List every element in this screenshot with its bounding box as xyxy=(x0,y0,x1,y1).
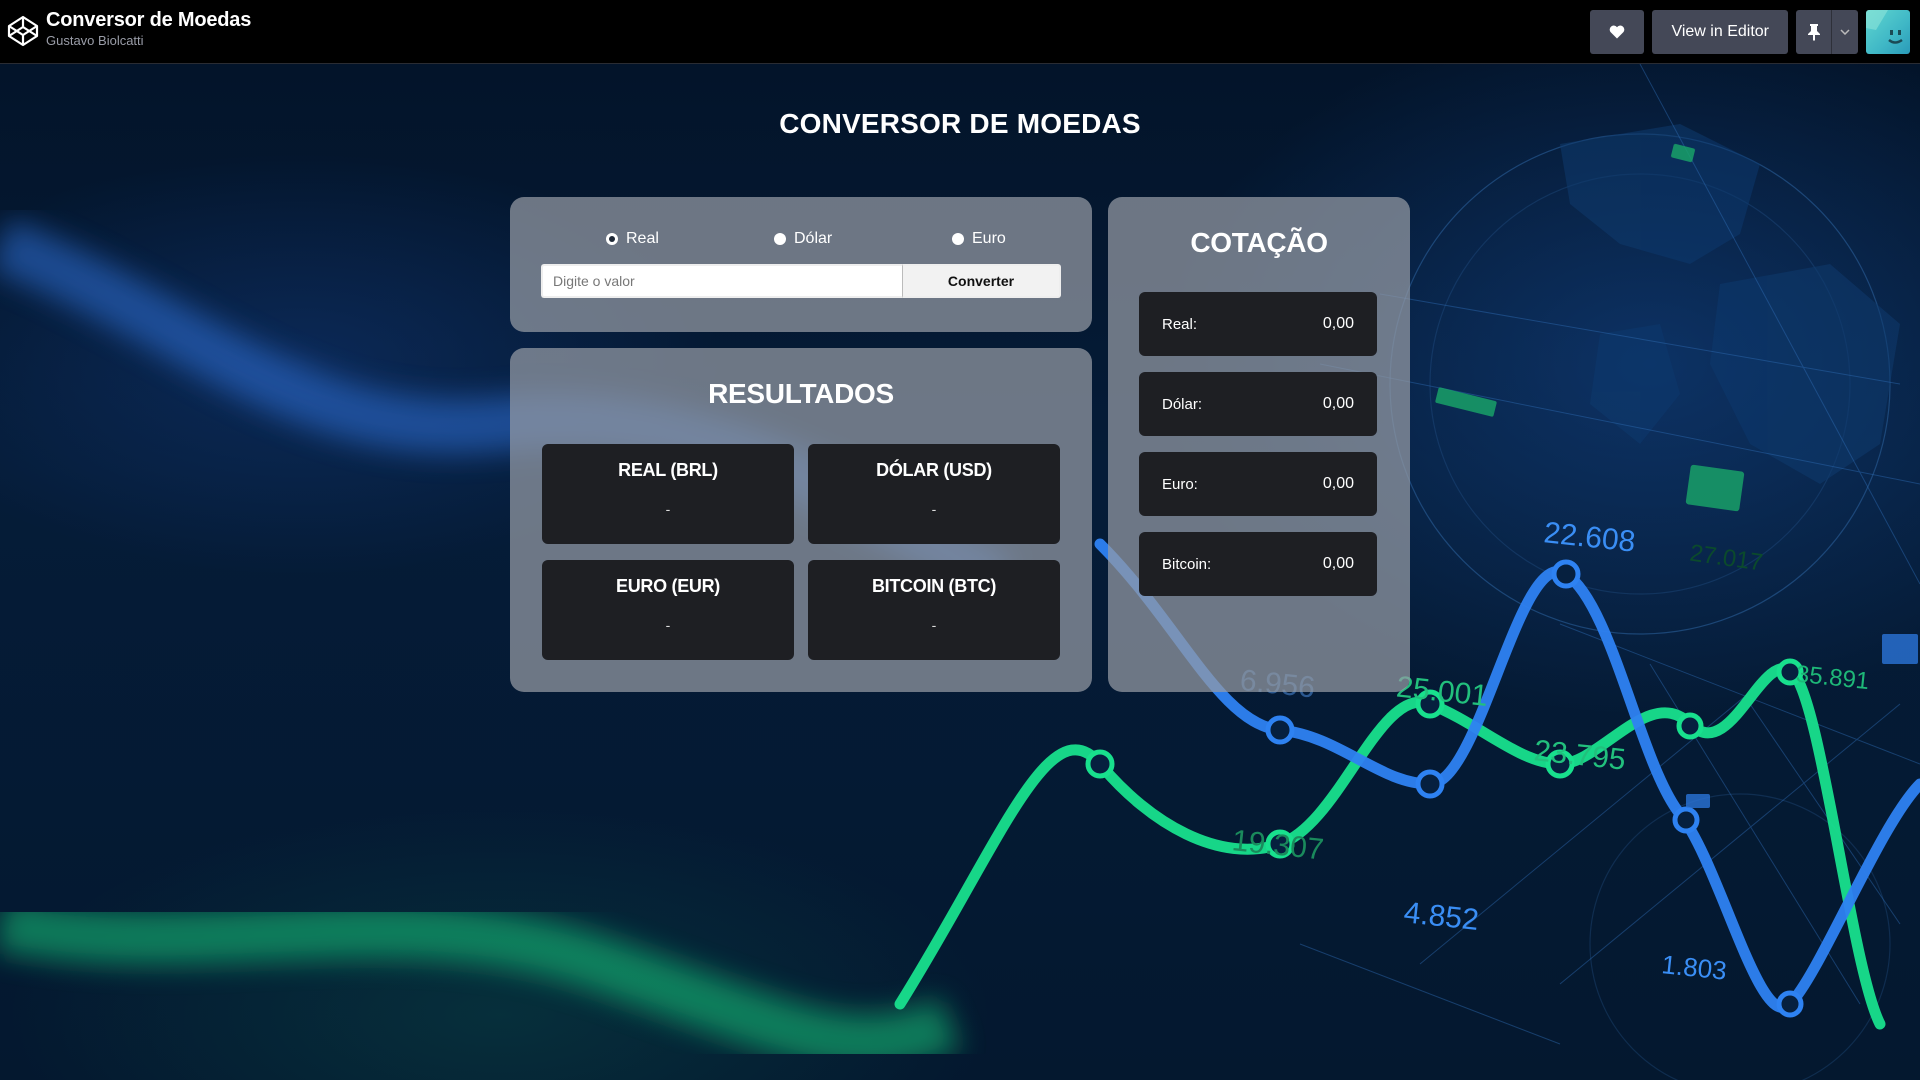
radio-euro-control[interactable] xyxy=(952,233,964,245)
result-card-btc: BITCOIN (BTC) - xyxy=(808,560,1060,660)
result-card-brl: REAL (BRL) - xyxy=(542,444,794,544)
convert-button[interactable]: Converter xyxy=(903,264,1061,298)
radio-dolar-label: Dólar xyxy=(794,230,833,247)
bg-number: 27.017 xyxy=(1688,540,1764,577)
quotes-panel: COTAÇÃO Real: 0,00 Dólar: 0,00 Euro: 0,0… xyxy=(1108,197,1410,692)
quote-value: 0,00 xyxy=(1322,395,1354,412)
quote-row-real: Real: 0,00 xyxy=(1139,292,1377,356)
result-card-value: - xyxy=(665,617,671,633)
pin-options-button[interactable] xyxy=(1832,10,1858,54)
currency-radio-group: Real Dólar Euro xyxy=(510,230,1092,250)
results-panel: RESULTADOS REAL (BRL) - DÓLAR (USD) - EU… xyxy=(510,348,1092,692)
radio-euro[interactable]: Euro xyxy=(952,230,1006,248)
converter-input-panel: Real Dólar Euro Converter xyxy=(510,197,1092,332)
quote-label: Real: xyxy=(1162,315,1198,333)
bg-number: 1.803 xyxy=(1660,949,1728,986)
value-input[interactable] xyxy=(541,264,903,298)
radio-real[interactable]: Real xyxy=(606,230,659,248)
radio-dolar-control[interactable] xyxy=(774,233,786,245)
result-card-usd: DÓLAR (USD) - xyxy=(808,444,1060,544)
result-card-label: DÓLAR (USD) xyxy=(876,460,992,480)
results-heading: RESULTADOS xyxy=(708,378,894,409)
quote-value: 0,00 xyxy=(1322,555,1354,572)
result-card-label: BITCOIN (BTC) xyxy=(871,576,997,596)
avatar[interactable] xyxy=(1866,10,1910,54)
pen-author[interactable]: Gustavo Biolcatti xyxy=(46,32,251,49)
result-card-label: EURO (EUR) xyxy=(616,576,720,596)
quote-value: 0,00 xyxy=(1322,315,1354,332)
codepen-header: Conversor de Moedas Gustavo Biolcatti Vi… xyxy=(0,0,1920,64)
pen-info: Conversor de Moedas Gustavo Biolcatti xyxy=(46,8,251,49)
quote-label: Bitcoin: xyxy=(1162,555,1212,573)
quote-row-bitcoin: Bitcoin: 0,00 xyxy=(1139,532,1377,596)
avatar-face-icon xyxy=(1866,10,1903,44)
like-button[interactable] xyxy=(1590,10,1645,54)
header-actions: View in Editor xyxy=(1590,10,1910,54)
pin-icon xyxy=(1807,24,1820,41)
quote-label: Dólar: xyxy=(1162,395,1203,413)
result-card-value: - xyxy=(931,501,937,517)
codepen-logo-icon[interactable] xyxy=(6,14,40,48)
quote-value: 0,00 xyxy=(1322,475,1354,492)
radio-euro-label: Euro xyxy=(972,230,1006,247)
result-card-label: REAL (BRL) xyxy=(618,460,718,480)
quotes-heading: COTAÇÃO xyxy=(1190,227,1328,258)
radio-real-control[interactable] xyxy=(606,233,618,245)
chevron-down-icon xyxy=(1840,29,1850,35)
result-card-eur: EURO (EUR) - xyxy=(542,560,794,660)
pen-title: Conversor de Moedas xyxy=(46,9,252,31)
page-title: CONVERSOR DE MOEDAS xyxy=(779,108,1141,139)
radio-real-label: Real xyxy=(626,230,659,247)
quote-row-euro: Euro: 0,00 xyxy=(1139,452,1377,516)
quote-row-dolar: Dólar: 0,00 xyxy=(1139,372,1377,436)
pin-button[interactable] xyxy=(1796,10,1832,54)
bg-number: 22.608 xyxy=(1542,516,1637,558)
view-in-editor-button[interactable]: View in Editor xyxy=(1652,10,1788,54)
result-card-value: - xyxy=(931,617,937,633)
quote-label: Euro: xyxy=(1162,475,1198,493)
heart-icon xyxy=(1610,25,1625,39)
result-card-value: - xyxy=(665,501,671,517)
bg-number: 4.852 xyxy=(1402,896,1480,937)
value-input-row: Converter xyxy=(541,264,1061,298)
pin-button-group xyxy=(1796,10,1858,54)
radio-dolar[interactable]: Dólar xyxy=(774,230,832,248)
